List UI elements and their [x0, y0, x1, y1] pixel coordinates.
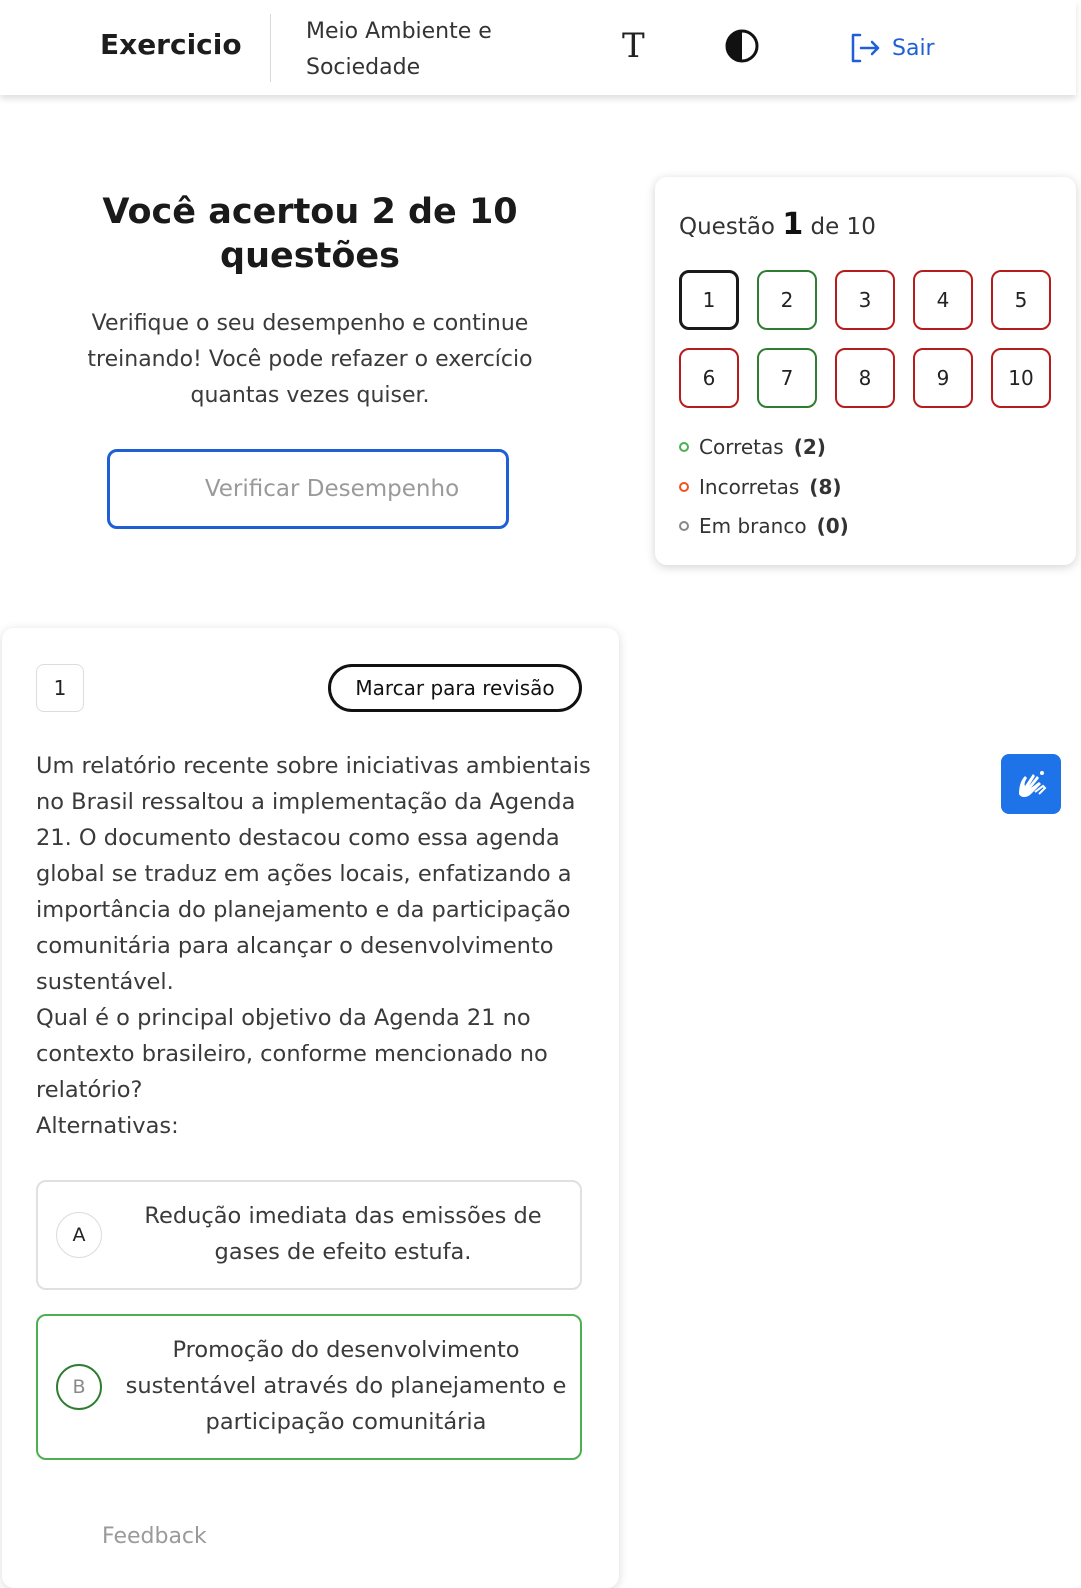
mark-for-review-button[interactable]: Marcar para revisão: [328, 664, 582, 712]
question-button-1[interactable]: 1: [679, 270, 739, 330]
text-size-icon: T: [622, 26, 645, 66]
sign-language-widget-button[interactable]: [1001, 754, 1061, 814]
heading-suffix: de 10: [810, 214, 876, 240]
navigator-heading: Questão 1 de 10: [679, 207, 876, 242]
legend-correct-label: Corretas: [699, 435, 784, 459]
top-header: Exercicio Meio Ambiente e Sociedade T Sa…: [0, 0, 1076, 95]
correct-dot-icon: [679, 442, 689, 452]
alternatives-label: Alternativas:: [36, 1113, 179, 1139]
contrast-icon: [725, 29, 759, 63]
question-navigator: Questão 1 de 10 1 2 3 4 5 6 7 8 9 10 Cor…: [655, 177, 1076, 565]
question-button-9[interactable]: 9: [913, 348, 973, 408]
alternative-letter: B: [56, 1364, 102, 1410]
result-description: Verifique o seu desempenho e continue tr…: [87, 311, 533, 408]
legend-correct-count: (2): [793, 435, 826, 459]
alternative-a[interactable]: A Redução imediata das emissões de gases…: [36, 1180, 582, 1290]
contrast-button[interactable]: [724, 28, 760, 64]
question-button-4[interactable]: 4: [913, 270, 973, 330]
logout-button[interactable]: Sair: [848, 30, 935, 66]
legend-blank: Em branco (0): [679, 514, 849, 538]
current-question-number: 1: [782, 207, 804, 242]
question-button-8[interactable]: 8: [835, 348, 895, 408]
legend-blank-label: Em branco: [699, 514, 807, 538]
logout-label: Sair: [892, 35, 935, 61]
incorrect-dot-icon: [679, 482, 689, 492]
heading-prefix: Questão: [679, 214, 775, 240]
question-button-2[interactable]: 2: [757, 270, 817, 330]
question-prompt: Qual é o principal objetivo da Agenda 21…: [36, 1005, 548, 1103]
subject-title: Meio Ambiente e Sociedade: [306, 19, 492, 80]
question-button-3[interactable]: 3: [835, 270, 895, 330]
legend-incorrect: Incorretas (8): [679, 475, 842, 499]
result-title: Você acertou 2 de 10 questões: [102, 192, 518, 276]
question-button-10[interactable]: 10: [991, 348, 1051, 408]
question-button-5[interactable]: 5: [991, 270, 1051, 330]
alternative-text: Promoção do desenvolvimento sustentável …: [125, 1337, 567, 1435]
alternative-b[interactable]: B Promoção do desenvolvimento sustentáve…: [36, 1314, 582, 1460]
feedback-label[interactable]: Feedback: [102, 1524, 207, 1549]
legend-incorrect-label: Incorretas: [699, 475, 800, 499]
verify-performance-button[interactable]: Verificar Desempenho: [107, 449, 509, 529]
logout-icon: [851, 33, 880, 63]
text-size-button[interactable]: T: [622, 26, 645, 66]
question-button-7[interactable]: 7: [757, 348, 817, 408]
question-text: Um relatório recente sobre iniciativas a…: [36, 748, 596, 1144]
blank-dot-icon: [679, 521, 689, 531]
legend-correct: Corretas (2): [679, 435, 826, 459]
question-card: 1 Marcar para revisão Um relatório recen…: [2, 628, 619, 1588]
question-button-6[interactable]: 6: [679, 348, 739, 408]
app-title: Exercicio: [100, 28, 242, 61]
legend-incorrect-count: (8): [809, 475, 842, 499]
header-divider: [270, 14, 271, 82]
alternative-text: Redução imediata das emissões de gases d…: [144, 1203, 542, 1265]
alternative-letter: A: [56, 1212, 102, 1258]
sign-language-icon: [1019, 771, 1047, 797]
question-number-badge: 1: [36, 664, 84, 712]
question-statement: Um relatório recente sobre iniciativas a…: [36, 753, 591, 995]
legend-blank-count: (0): [816, 514, 849, 538]
